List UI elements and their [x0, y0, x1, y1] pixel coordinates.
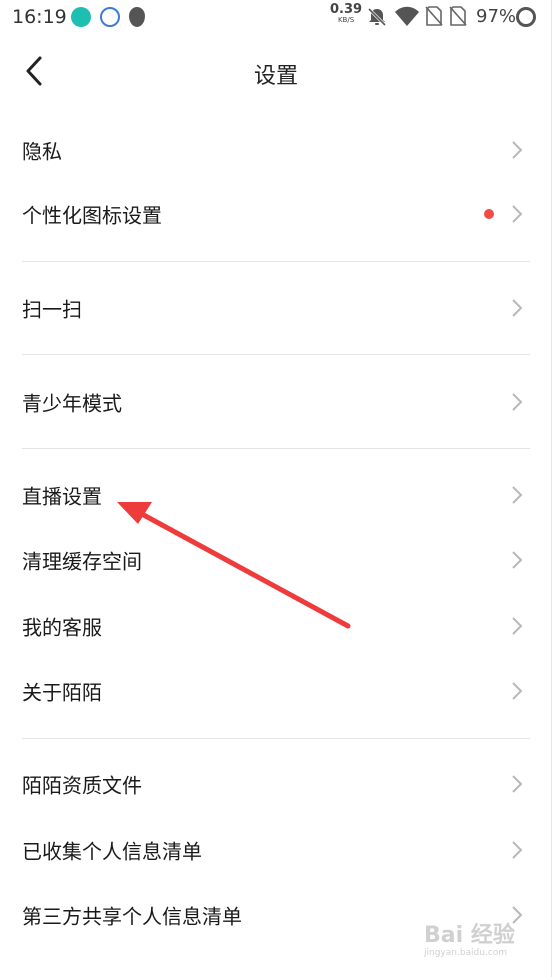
status-time: 16:19 — [12, 6, 67, 28]
chevron-right-icon — [512, 205, 523, 223]
chevron-right-icon — [512, 841, 523, 859]
chevron-right-icon — [512, 551, 523, 569]
settings-item-label: 青少年模式 — [22, 391, 122, 416]
settings-item-label: 关于陌陌 — [22, 680, 102, 705]
settings-item-customer-service[interactable]: 我的客服 — [0, 594, 552, 658]
settings-item-scan[interactable]: 扫一扫 — [0, 276, 552, 340]
chevron-right-icon — [512, 617, 523, 635]
settings-item-privacy[interactable]: 隐私 — [0, 118, 552, 182]
settings-item-label: 直播设置 — [22, 484, 102, 509]
settings-item-label: 第三方共享个人信息清单 — [22, 904, 242, 929]
settings-item-label: 隐私 — [22, 139, 62, 164]
section-divider — [22, 448, 530, 449]
chevron-right-icon — [512, 299, 523, 317]
settings-item-collected-info-list[interactable]: 已收集个人信息清单 — [0, 818, 552, 882]
battery-percent: 97% — [476, 6, 517, 27]
no-sim-icon — [449, 6, 467, 26]
iflytek-icon — [100, 7, 120, 27]
section-divider — [22, 261, 530, 262]
settings-item-personalized-icon[interactable]: 个性化图标设置 — [0, 182, 552, 246]
settings-item-live-settings[interactable]: 直播设置 — [0, 463, 552, 527]
settings-item-qualification-docs[interactable]: 陌陌资质文件 — [0, 752, 552, 816]
new-badge-dot — [484, 209, 494, 219]
chevron-right-icon — [512, 486, 523, 504]
chevron-right-icon — [512, 775, 523, 793]
wifi-icon — [395, 6, 419, 26]
chevron-right-icon — [512, 906, 523, 924]
silent-bell-icon — [367, 7, 387, 27]
network-speed-value: 0.39 — [330, 2, 363, 17]
watermark-sub: jingyan.baidu.com — [424, 948, 508, 958]
settings-item-teen-mode[interactable]: 青少年模式 — [0, 370, 552, 434]
section-divider — [22, 354, 530, 355]
settings-item-label: 清理缓存空间 — [22, 549, 142, 574]
settings-item-label: 个性化图标设置 — [22, 203, 162, 228]
settings-item-label: 陌陌资质文件 — [22, 773, 142, 798]
page-title: 设置 — [253, 64, 298, 89]
status-bar: 16:19 0.39 KB/S 97% — [0, 0, 552, 34]
watermark-main: Bai 经验 — [424, 923, 515, 948]
chevron-right-icon — [512, 393, 523, 411]
settings-item-label: 我的客服 — [22, 615, 102, 640]
settings-item-clear-cache[interactable]: 清理缓存空间 — [0, 528, 552, 592]
header: 设置 — [0, 34, 552, 108]
chevron-right-icon — [512, 682, 523, 700]
settings-item-label: 扫一扫 — [22, 297, 82, 322]
network-speed-unit: KB/S — [337, 16, 355, 24]
battery-ring-icon — [516, 7, 536, 27]
section-divider — [22, 738, 530, 739]
no-sim-icon — [425, 6, 443, 26]
settings-item-label: 已收集个人信息清单 — [22, 839, 202, 864]
location-icon — [129, 7, 145, 27]
baidu-watermark: Bai 经验 jingyan.baidu.com — [424, 925, 515, 958]
settings-item-about[interactable]: 关于陌陌 — [0, 659, 552, 723]
chevron-right-icon — [512, 141, 523, 159]
network-speed: 0.39 KB/S — [330, 3, 362, 24]
app-notification-icon — [71, 7, 91, 27]
